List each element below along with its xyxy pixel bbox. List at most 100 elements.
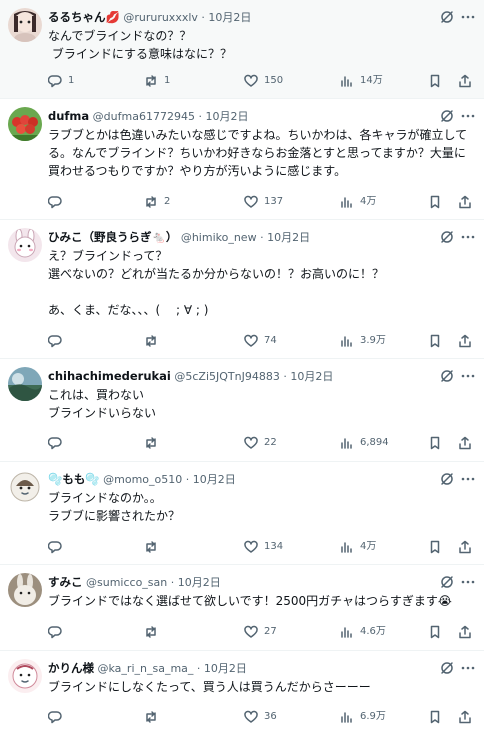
share-button[interactable]: [458, 73, 472, 89]
like-button[interactable]: 36: [244, 709, 277, 725]
retweet-button[interactable]: [144, 709, 164, 725]
views-icon: [341, 627, 352, 638]
display-name[interactable]: 🫧もも🫧: [48, 472, 100, 486]
post-6[interactable]: かりん様 @ka_ri_n_sa_ma_ · 10月2日 ブラインドにしなくたっ…: [0, 651, 484, 729]
like-button[interactable]: 74: [244, 333, 277, 349]
handle[interactable]: @himiko_new: [181, 231, 257, 244]
more-icon[interactable]: [460, 574, 476, 588]
reply-button[interactable]: [48, 624, 68, 640]
post-3[interactable]: chihachimederukai @5cZi5JQTnJ94883 · 10月…: [0, 359, 484, 462]
reply-icon: [48, 437, 62, 450]
like-button[interactable]: 150: [244, 73, 283, 89]
bookmark-button[interactable]: [428, 194, 442, 210]
handle[interactable]: @momo_o510: [103, 473, 182, 486]
grok-icon[interactable]: [440, 574, 454, 588]
post-1[interactable]: dufma @dufma61772945 · 10月2日 ラブブとかは色違いみた…: [0, 99, 484, 220]
more-icon[interactable]: [460, 368, 476, 382]
handle[interactable]: @rururuxxxlv: [123, 11, 198, 24]
more-icon[interactable]: [460, 660, 476, 674]
timestamp[interactable]: 10月2日: [208, 11, 251, 24]
bookmark-button[interactable]: [428, 73, 442, 89]
display-name[interactable]: すみこ: [48, 575, 83, 589]
avatar[interactable]: [8, 367, 42, 401]
share-button[interactable]: [458, 333, 472, 349]
post-2[interactable]: ひみこ（野良うらぎ🐁） @himiko_new · 10月2日 え？ブラインドっ…: [0, 220, 484, 359]
timestamp[interactable]: 10月2日: [204, 662, 247, 675]
bookmark-button[interactable]: [428, 709, 442, 725]
like-button[interactable]: 27: [244, 624, 277, 640]
avatar[interactable]: [8, 228, 42, 262]
views-count: 6.9万: [360, 711, 386, 722]
more-icon[interactable]: [460, 471, 476, 485]
reply-button[interactable]: [48, 194, 68, 210]
bookmark-button[interactable]: [428, 333, 442, 349]
avatar[interactable]: [8, 470, 42, 504]
grok-icon[interactable]: [440, 229, 454, 243]
retweet-button[interactable]: [144, 539, 164, 555]
avatar[interactable]: [8, 107, 42, 141]
grok-icon[interactable]: [440, 368, 454, 382]
reply-button[interactable]: [48, 539, 68, 555]
post-0[interactable]: るるちゃん💋 @rururuxxxlv · 10月2日 なんでブラインドなの？？…: [0, 0, 484, 99]
retweet-button[interactable]: 2: [144, 194, 170, 210]
timestamp[interactable]: 10月2日: [267, 231, 310, 244]
timestamp[interactable]: 10月2日: [205, 110, 248, 123]
views-button[interactable]: 6,894: [340, 435, 389, 451]
views-button[interactable]: 4.6万: [340, 624, 386, 640]
share-button[interactable]: [458, 709, 472, 725]
like-icon: [244, 334, 258, 347]
timestamp[interactable]: 10月2日: [178, 576, 221, 589]
display-name[interactable]: dufma: [48, 109, 89, 123]
timestamp[interactable]: 10月2日: [193, 473, 236, 486]
reply-button[interactable]: [48, 709, 68, 725]
reply-button[interactable]: [48, 333, 68, 349]
reply-button[interactable]: 1: [48, 73, 74, 89]
post-5[interactable]: すみこ @sumicco_san · 10月2日 ブラインドではなく選ばせて欲し…: [0, 565, 484, 651]
grok-icon[interactable]: [440, 660, 454, 674]
display-name[interactable]: ひみこ（野良うらぎ🐁）: [48, 230, 177, 244]
reply-button[interactable]: [48, 435, 68, 451]
retweet-button[interactable]: [144, 333, 164, 349]
handle[interactable]: @5cZi5JQTnJ94883: [174, 370, 279, 383]
separator: ·: [182, 473, 193, 486]
more-icon[interactable]: [460, 9, 476, 23]
post-text: ブラインドではなく選ばせて欲しいです！2500円ガチャはつらすぎます😭: [48, 594, 452, 608]
bookmark-button[interactable]: [428, 624, 442, 640]
share-button[interactable]: [458, 194, 472, 210]
like-button[interactable]: 22: [244, 435, 277, 451]
like-button[interactable]: 134: [244, 539, 283, 555]
timestamp[interactable]: 10月2日: [290, 370, 333, 383]
share-button[interactable]: [458, 624, 472, 640]
views-button[interactable]: 14万: [340, 73, 383, 89]
display-name[interactable]: かりん様: [48, 661, 94, 675]
post-4[interactable]: 🫧もも🫧 @momo_o510 · 10月2日 ブラインドなのか。。 ラブブに影…: [0, 462, 484, 565]
display-name[interactable]: chihachimederukai: [48, 369, 171, 383]
bookmark-button[interactable]: [428, 539, 442, 555]
views-button[interactable]: 4万: [340, 539, 376, 555]
avatar[interactable]: [8, 573, 42, 607]
handle[interactable]: @sumicco_san: [86, 576, 167, 589]
display-name[interactable]: るるちゃん💋: [48, 10, 120, 24]
like-button[interactable]: 137: [244, 194, 283, 210]
handle[interactable]: @dufma61772945: [93, 110, 195, 123]
retweet-button[interactable]: [144, 624, 164, 640]
avatar[interactable]: [8, 8, 42, 42]
views-button[interactable]: 3.9万: [340, 333, 386, 349]
grok-icon[interactable]: [440, 471, 454, 485]
share-button[interactable]: [458, 539, 472, 555]
grok-icon[interactable]: [440, 9, 454, 23]
more-icon[interactable]: [460, 229, 476, 243]
views-count: 4万: [360, 196, 377, 207]
views-button[interactable]: 4万: [340, 194, 376, 210]
views-icon: [341, 542, 352, 553]
retweet-button[interactable]: 1: [144, 73, 170, 89]
share-button[interactable]: [458, 435, 472, 451]
grok-icon[interactable]: [440, 108, 454, 122]
avatar[interactable]: [8, 659, 42, 693]
bookmark-button[interactable]: [428, 435, 442, 451]
share-icon: [459, 74, 471, 88]
views-button[interactable]: 6.9万: [340, 709, 386, 725]
more-icon[interactable]: [460, 108, 476, 122]
retweet-button[interactable]: [144, 435, 164, 451]
handle[interactable]: @ka_ri_n_sa_ma_: [98, 662, 194, 675]
